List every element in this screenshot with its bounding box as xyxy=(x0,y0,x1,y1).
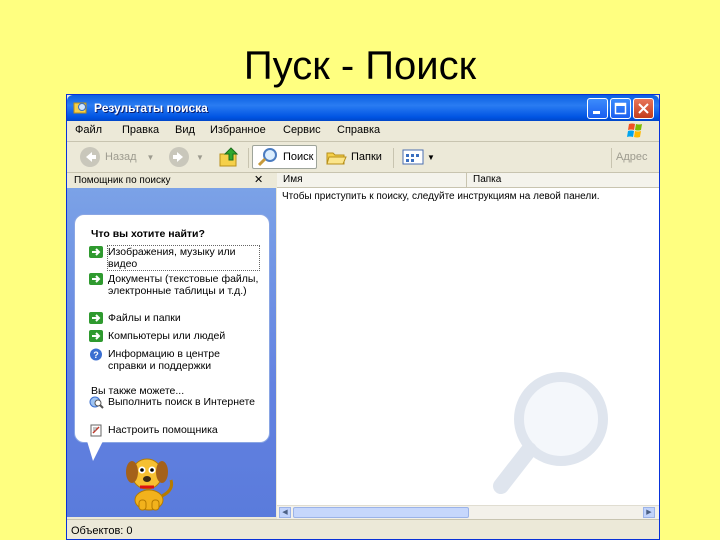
address-label: Адрес xyxy=(616,151,648,163)
column-folder[interactable]: Папка xyxy=(467,173,659,188)
close-pane-icon[interactable]: ✕ xyxy=(254,173,263,186)
maximize-button[interactable] xyxy=(610,98,631,119)
toolbar: Назад ▼ ▼ Поиск Папки ▼ Адрес xyxy=(67,142,659,173)
search-label: Поиск xyxy=(283,151,314,163)
green-arrow-icon xyxy=(89,312,103,324)
green-arrow-icon xyxy=(89,246,103,258)
toolbar-separator xyxy=(248,148,249,168)
folders-button[interactable]: Папки xyxy=(325,145,382,169)
back-dropdown-icon[interactable]: ▼ xyxy=(147,153,155,162)
green-arrow-icon xyxy=(89,330,103,342)
search-instruction: Чтобы приступить к поиску, следуйте инст… xyxy=(282,191,600,202)
objects-count: Объектов: 0 xyxy=(71,525,133,537)
search-question: Что вы хотите найти? xyxy=(91,228,205,240)
panes-header: Помощник по поиску ✕ Имя Папка xyxy=(67,173,659,188)
search-button[interactable]: Поиск xyxy=(252,145,318,169)
svg-text:?: ? xyxy=(93,350,99,360)
menu-tools[interactable]: Сервис xyxy=(283,124,321,136)
search-companion-title: Помощник по поиску xyxy=(74,175,171,186)
menu-view[interactable]: Вид xyxy=(175,124,195,136)
option-files-folders[interactable]: Файлы и папки xyxy=(89,312,259,325)
option-internet-search[interactable]: Выполнить поиск в Интернете xyxy=(89,396,259,409)
search-dog-icon[interactable] xyxy=(119,450,177,512)
views-button[interactable]: ▼ xyxy=(401,145,435,169)
search-companion-pane: Что вы хотите найти? Изображения, музыку… xyxy=(67,188,276,517)
option-documents-label: Документы (текстовые файлы, электронные … xyxy=(108,273,259,297)
help-icon: ? xyxy=(90,348,102,361)
windows-logo-icon xyxy=(627,123,642,138)
maximize-icon xyxy=(614,102,627,115)
up-folder-button[interactable] xyxy=(217,145,241,169)
menu-help[interactable]: Справка xyxy=(337,124,380,136)
option-media-label: Изображения, музыку или видео xyxy=(107,245,260,271)
search-results-window: Результаты поиска Файл Правка Вид Избран… xyxy=(66,94,660,540)
folders-icon xyxy=(326,152,347,165)
magnifier-watermark-icon xyxy=(493,372,608,494)
column-name[interactable]: Имя xyxy=(277,173,467,188)
bubble-tail xyxy=(87,441,103,461)
option-internet-search-label: Выполнить поиск в Интернете xyxy=(108,396,256,408)
close-icon xyxy=(638,103,649,114)
status-bar: Объектов: 0 xyxy=(67,519,659,539)
internet-search-icon xyxy=(89,396,104,409)
option-computers-people[interactable]: Компьютеры или людей xyxy=(89,330,259,343)
back-button[interactable]: Назад ▼ xyxy=(79,145,154,169)
minimize-icon xyxy=(593,111,600,114)
option-files-folders-label: Файлы и папки xyxy=(108,312,181,324)
scroll-right-button[interactable]: ▶ xyxy=(643,507,655,518)
search-window-icon xyxy=(73,102,87,114)
forward-dropdown-icon[interactable]: ▼ xyxy=(196,153,204,162)
views-icon xyxy=(402,149,424,165)
option-computers-people-label: Компьютеры или людей xyxy=(108,330,226,342)
option-help-center-label: Информацию в центре справки и поддержки xyxy=(108,348,220,372)
folders-label: Папки xyxy=(351,151,382,163)
horizontal-scrollbar[interactable]: ◀ ▶ xyxy=(277,505,659,520)
green-arrow-icon xyxy=(89,273,103,285)
menu-bar: Файл Правка Вид Избранное Сервис Справка xyxy=(67,121,659,142)
slide-title: Пуск - Поиск xyxy=(243,44,477,88)
option-customize-label: Настроить помощника xyxy=(108,424,218,436)
toolbar-separator xyxy=(393,148,394,168)
option-customize[interactable]: Настроить помощника xyxy=(89,424,259,437)
close-button[interactable] xyxy=(633,98,654,119)
option-media[interactable]: Изображения, музыку или видео xyxy=(89,245,260,271)
back-arrow-icon xyxy=(80,147,100,167)
window-title: Результаты поиска xyxy=(94,101,208,115)
results-pane: Чтобы приступить к поиску, следуйте инст… xyxy=(277,188,659,517)
scroll-left-button[interactable]: ◀ xyxy=(279,507,291,518)
option-documents[interactable]: Документы (текстовые файлы, электронные … xyxy=(89,273,259,297)
toolbar-separator xyxy=(611,148,612,168)
search-options-bubble: Что вы хотите найти? Изображения, музыку… xyxy=(74,214,270,443)
forward-button[interactable]: ▼ xyxy=(168,145,204,169)
title-bar[interactable]: Результаты поиска xyxy=(67,95,659,121)
option-help-center[interactable]: ? Информацию в центре справки и поддержк… xyxy=(89,348,259,372)
menu-edit[interactable]: Правка xyxy=(122,124,159,136)
menu-file[interactable]: Файл xyxy=(75,124,102,136)
up-folder-icon xyxy=(219,147,239,167)
forward-arrow-icon xyxy=(169,147,189,167)
minimize-button[interactable] xyxy=(587,98,608,119)
settings-icon xyxy=(90,424,102,437)
search-magnifier-icon xyxy=(257,148,277,167)
menu-favorites[interactable]: Избранное xyxy=(210,124,266,136)
scroll-thumb[interactable] xyxy=(293,507,469,518)
views-dropdown-icon[interactable]: ▼ xyxy=(427,153,435,162)
back-label: Назад xyxy=(105,151,137,163)
